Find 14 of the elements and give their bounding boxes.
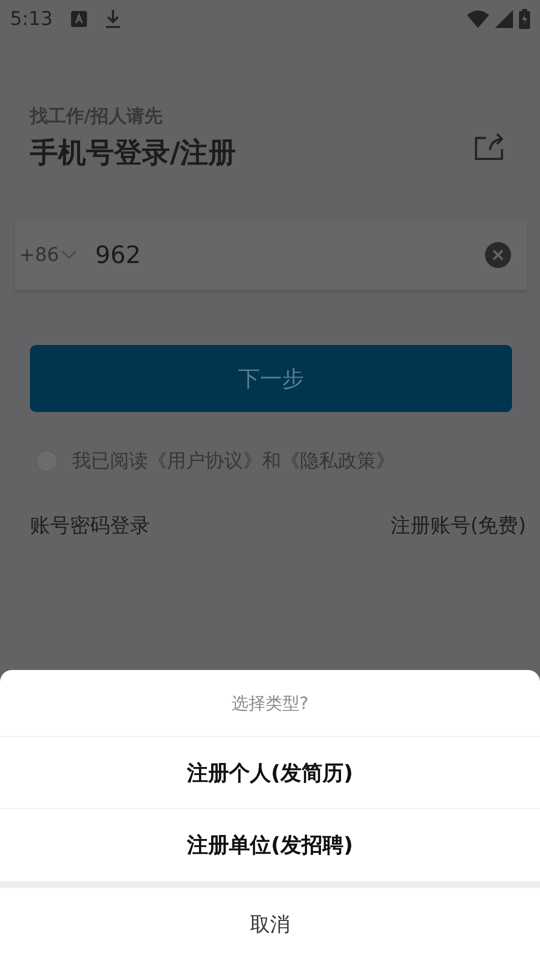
status-time: 5:13 (10, 8, 53, 30)
signal-icon (495, 10, 513, 28)
sheet-title: 选择类型? (231, 692, 309, 714)
download-icon (104, 9, 121, 29)
clear-icon[interactable] (485, 242, 511, 268)
register-link[interactable]: 注册账号(免费) (390, 512, 526, 539)
battery-icon (519, 9, 530, 29)
chevron-down-icon (61, 250, 78, 260)
keyboard-icon (70, 11, 87, 27)
page-title: 手机号登录/注册 (30, 135, 238, 171)
next-button[interactable]: 下一步 (30, 345, 512, 412)
password-login-link[interactable]: 账号密码登录 (30, 512, 150, 539)
wifi-icon (467, 10, 489, 28)
share-icon[interactable] (474, 132, 504, 160)
